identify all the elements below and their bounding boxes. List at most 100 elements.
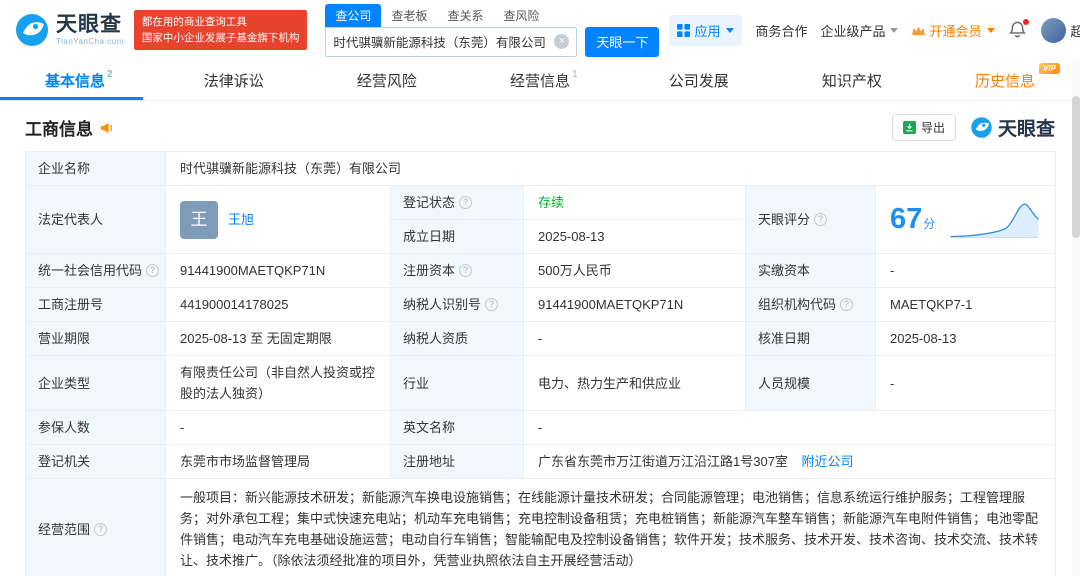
score-value: 67 [890,203,923,235]
chevron-down-icon [890,27,899,33]
field-label: 企业名称 [38,161,91,176]
tab-intellectual-property[interactable]: 知识产权 [822,60,884,100]
field-label: 纳税人资质 [403,331,469,346]
help-icon[interactable]: ? [459,264,473,277]
english-name-value: - [538,420,543,435]
tab-label: 经营信息 [509,72,570,90]
field-label: 登记机关 [38,454,91,469]
top-bar: 天眼查 TianYanCha.com 都在用的商业查询工具 国家中小企业发展子基… [0,0,1080,60]
notification-bell-icon[interactable] [1008,19,1029,40]
tab-label: 基本信息 [45,72,106,90]
reg-capital-value: 500万人民币 [538,263,612,278]
chevron-down-icon [986,27,995,33]
search-tab-boss[interactable]: 查老板 [381,4,437,27]
field-label: 核准日期 [758,331,811,346]
nearby-companies-link[interactable]: 附近公司 [802,454,854,469]
table-row: 企业名称 时代骐骥新能源科技（东莞）有限公司 [25,151,1057,186]
table-row: 经营范围? 一般项目：新兴能源技术研发；新能源汽车换电设施销售；在线能源计量技术… [25,478,1057,576]
company-type-value: 有限责任公司（非自然人投资或控股的法人独资） [180,365,376,401]
table-row: 统一社会信用代码? 91441900MAETQKP71N 注册资本? 500万人… [25,253,1057,288]
notification-dot [1022,19,1029,25]
field-label: 成立日期 [403,229,456,244]
establish-date-value: 2025-08-13 [538,229,605,244]
search-button[interactable]: 天眼一下 [585,26,660,57]
legal-rep-link[interactable]: 王旭 [228,209,254,230]
tab-basic-info[interactable]: 基本信息 2 [0,60,142,100]
tab-history-info[interactable]: 历史信息 VIP [975,60,1060,100]
apps-menu[interactable]: 应用 [669,14,743,46]
business-info-header: 工商信息 导出 天眼查 [25,114,1055,141]
tab-label: 经营风险 [356,72,417,90]
search-tab-risk[interactable]: 查风险 [493,4,549,27]
score-unit: 分 [923,217,936,231]
field-label: 经营范围 [38,521,91,537]
help-icon[interactable]: ? [814,213,828,226]
user-label: 超级... [1070,23,1080,39]
search-input-box: × [325,26,578,57]
tab-operation-risk[interactable]: 经营风险 [357,60,419,100]
help-icon[interactable]: ? [840,298,854,311]
tianyancha-logo[interactable]: 天眼查 TianYanCha.com [14,12,124,48]
legal-rep-avatar[interactable]: 王 [180,200,218,239]
help-icon[interactable]: ? [459,196,473,209]
field-label: 企业类型 [38,375,91,391]
help-icon[interactable]: ? [94,522,108,536]
tab-legal-litigation[interactable]: 法律诉讼 [204,60,266,100]
export-button[interactable]: 导出 [891,114,956,141]
reg-no-value: 441900014178025 [180,297,289,312]
field-label: 注册资本 [403,263,456,278]
tianyancha-watermark: 天眼查 [970,114,1055,141]
org-code-value: MAETQKP7-1 [890,297,973,312]
section-title: 工商信息 [25,115,114,140]
tab-label: 公司发展 [668,72,729,90]
field-label: 营业期限 [38,331,91,346]
scrollbar-thumb[interactable] [1072,96,1080,238]
field-label: 工商注册号 [38,297,104,312]
field-label: 行业 [403,375,430,391]
field-label: 登记状态 [403,195,456,210]
table-row: 营业期限 2025-08-13 至 无固定期限 纳税人资质 - 核准日期 202… [25,321,1057,356]
industry-value: 电力、热力生产和供应业 [538,375,682,391]
watermark-text: 天眼查 [997,119,1055,140]
page-scrollbar [1072,60,1080,576]
taxpayer-quality-value: - [538,331,543,346]
open-vip-link[interactable]: 开通会员 [911,21,995,40]
search-tab-company[interactable]: 查公司 [325,3,382,27]
tab-operation-info[interactable]: 经营信息 1 [510,60,578,100]
field-label: 注册地址 [403,454,456,469]
chevron-down-icon [726,27,735,33]
field-label: 参保人数 [38,420,91,435]
help-icon[interactable]: ? [146,264,159,277]
promo-line1: 都在用的商业查询工具 [141,16,247,28]
search-tabs: 查公司 查老板 查关系 查风险 [325,3,659,27]
field-label: 人员规模 [758,375,811,391]
promo-banner: 都在用的商业查询工具 国家中小企业发展子基金旗下机构 [133,10,308,50]
credit-code-value: 91441900MAETQKP71N [180,263,326,278]
tab-label: 法律诉讼 [203,72,264,90]
reg-status-value: 存续 [538,195,565,210]
clear-search-icon[interactable]: × [554,34,570,49]
staff-scale-value: - [890,375,895,391]
search-tab-relation[interactable]: 查关系 [437,4,493,27]
tyc-score: 67分 [890,194,1041,246]
tab-count-badge: 1 [572,68,578,80]
enterprise-product-link[interactable]: 企业级产品 [820,21,899,40]
company-detail-tabs: 基本信息 2 法律诉讼 经营风险 经营信息 1 公司发展 知识产权 历史信息 VIP [0,60,1080,101]
open-vip-label: 开通会员 [929,23,982,39]
search-input[interactable] [333,34,555,49]
section-title-text: 工商信息 [25,120,93,139]
user-menu[interactable]: 超级... [1040,17,1080,43]
enterprise-product-label: 企业级产品 [820,23,886,39]
biz-cooperation-link[interactable]: 商务合作 [755,21,807,40]
tab-company-development[interactable]: 公司发展 [669,60,731,100]
taxpayer-no-value: 91441900MAETQKP71N [538,297,684,312]
apps-grid-icon [677,23,691,37]
business-term-value: 2025-08-13 至 无固定期限 [180,331,332,346]
help-icon[interactable]: ? [485,298,499,311]
logo-text: 天眼查 [56,13,122,36]
business-scope-value: 一般项目：新兴能源技术研发；新能源汽车换电设施销售；在线能源计量技术研发；合同能… [180,490,1039,568]
tianyancha-logo-icon [16,14,48,46]
field-label: 组织机构代码 [758,297,837,312]
company-name-value: 时代骐骥新能源科技（东莞）有限公司 [180,161,402,176]
avatar [1040,17,1066,43]
